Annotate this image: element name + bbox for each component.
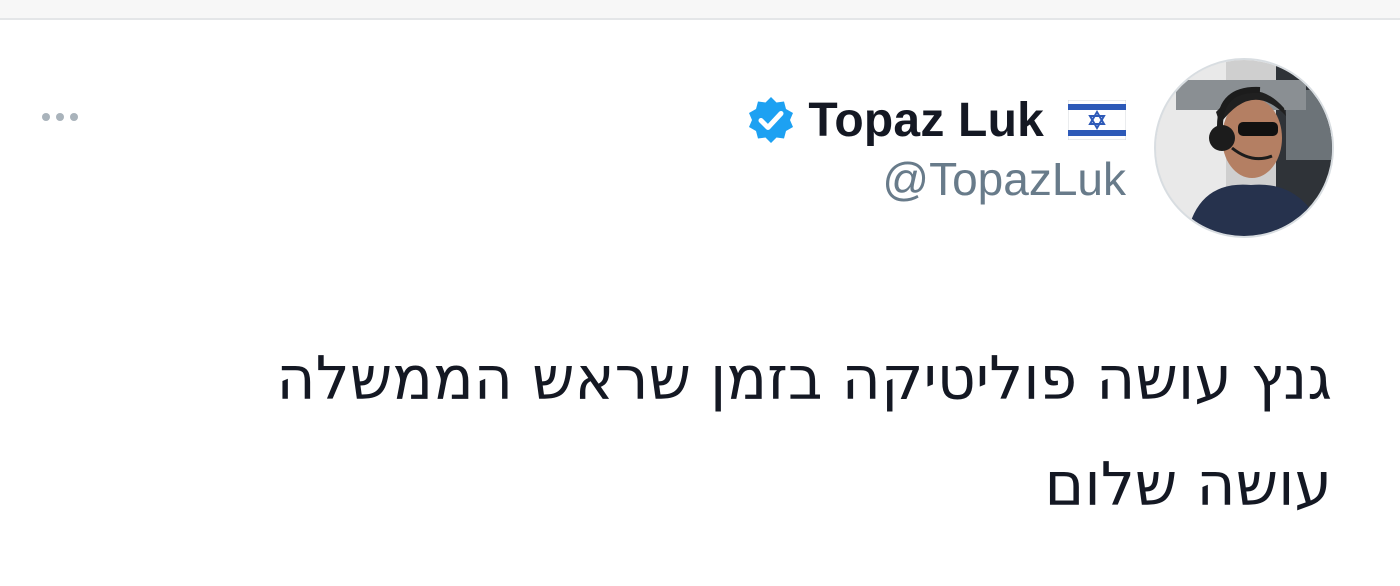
author-handle[interactable]: @TopazLuk [882, 152, 1126, 206]
top-divider [0, 0, 1400, 20]
tweet-text-line: עושה שלום [1044, 450, 1332, 520]
ellipsis-icon [42, 113, 50, 121]
ellipsis-icon [56, 113, 64, 121]
israel-flag-icon [1068, 100, 1126, 140]
author-display-name[interactable]: Topaz Luk [808, 93, 1044, 148]
avatar[interactable] [1154, 58, 1334, 238]
tweet-text-line: גנץ עושה פוליטיקה בזמן שראש הממשלה [276, 344, 1332, 414]
author-name-row: Topaz Luk [746, 90, 1126, 150]
verified-badge-icon [749, 97, 794, 143]
more-options-button[interactable] [28, 102, 92, 132]
tweet-card: Topaz Luk @TopazLuk גנץ עושה פוליטיקה בז… [0, 0, 1400, 586]
person-with-headset-avatar [1156, 60, 1332, 236]
tweet-text: גנץ עושה פוליטיקה בזמן שראש הממשלה עושה … [132, 326, 1332, 538]
ellipsis-icon [70, 113, 78, 121]
